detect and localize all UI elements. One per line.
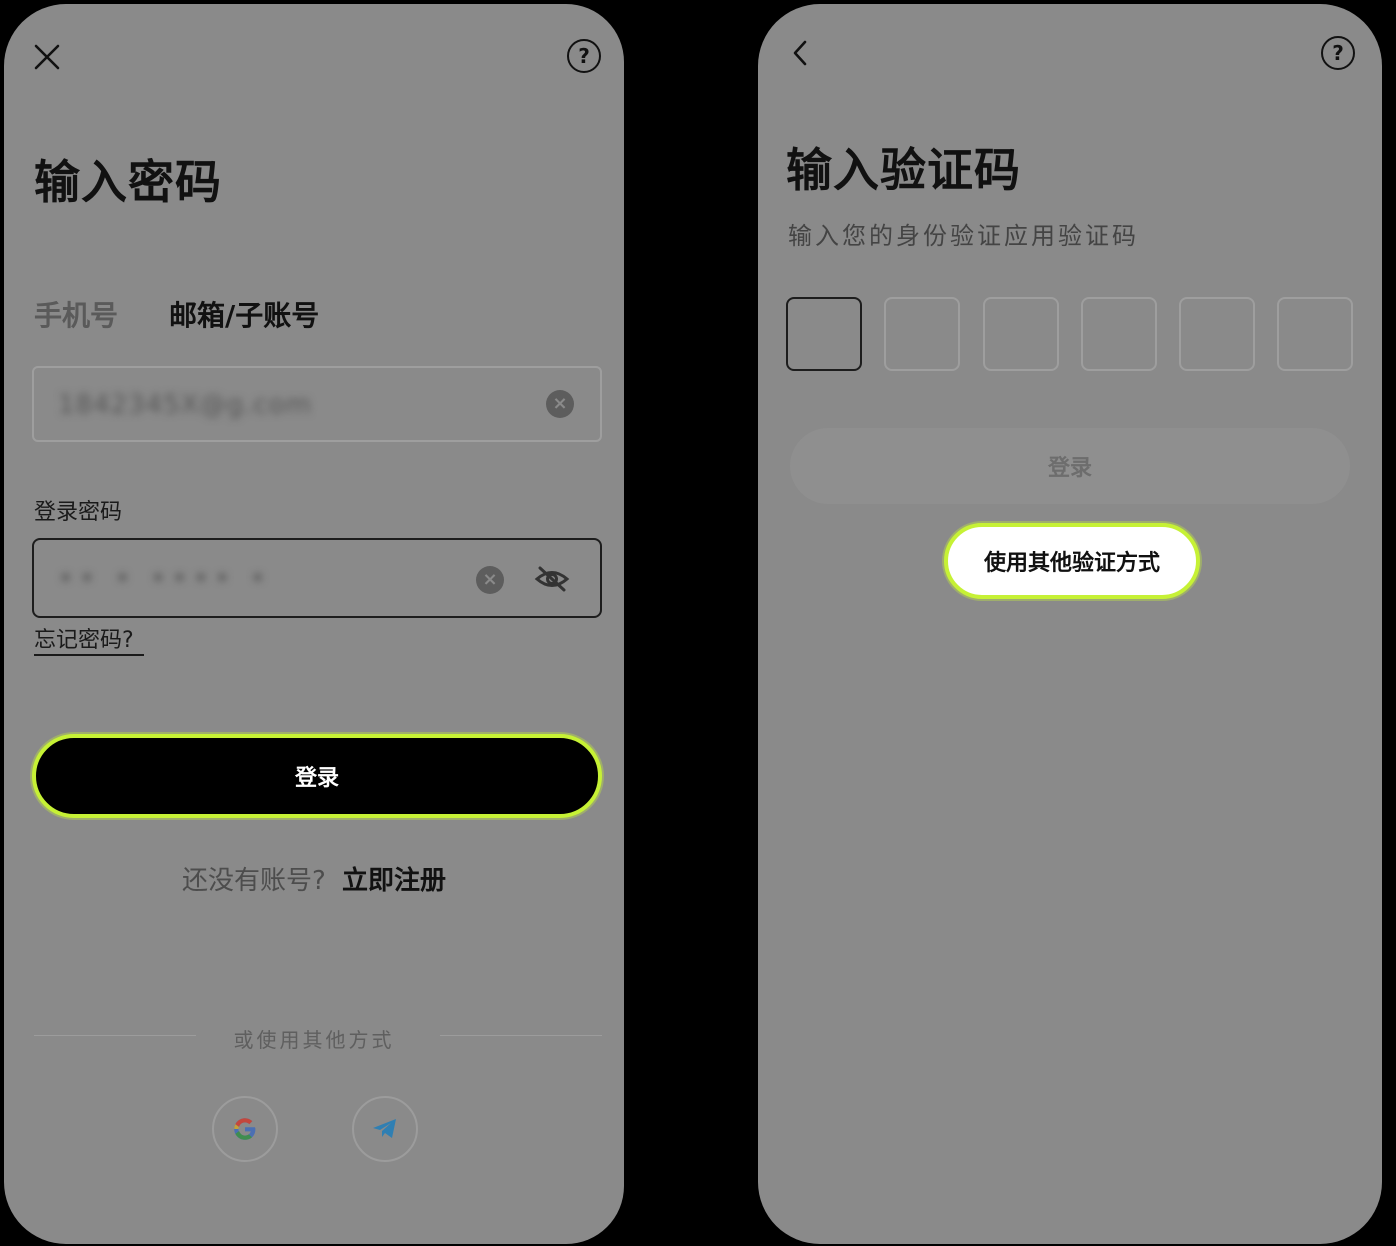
back-chevron-icon[interactable]: [788, 38, 812, 68]
help-icon[interactable]: ?: [1321, 36, 1355, 70]
verification-screen: ? 输入验证码 输入您的身份验证应用验证码 登录 使用其他验证方式: [758, 4, 1382, 1244]
tab-phone[interactable]: 手机号: [34, 294, 118, 334]
telegram-login-button[interactable]: [352, 1096, 418, 1162]
page-title: 输入密码: [34, 155, 222, 209]
page-subtitle: 输入您的身份验证应用验证码: [788, 222, 1139, 250]
login-button-disabled[interactable]: 登录: [790, 428, 1350, 504]
account-input[interactable]: 1842345X@g.com ×: [32, 366, 602, 442]
clear-icon[interactable]: ×: [476, 566, 504, 594]
tab-email-subaccount[interactable]: 邮箱/子账号: [169, 294, 319, 334]
register-row: 还没有账号? 立即注册: [4, 860, 624, 897]
eye-off-icon[interactable]: [534, 562, 570, 596]
google-icon: [234, 1118, 256, 1140]
otp-digit-2[interactable]: [884, 297, 960, 371]
telegram-icon: [373, 1119, 396, 1138]
otp-digit-1[interactable]: [786, 297, 862, 371]
otp-digit-4[interactable]: [1081, 297, 1157, 371]
password-screen: ? 输入密码 手机号 邮箱/子账号 1842345X@g.com × 登录密码 …: [4, 4, 624, 1244]
login-button[interactable]: 登录: [32, 734, 602, 818]
otp-digit-5[interactable]: [1179, 297, 1255, 371]
help-icon[interactable]: ?: [567, 39, 601, 73]
close-icon[interactable]: [30, 40, 64, 74]
clear-icon[interactable]: ×: [546, 390, 574, 418]
otp-digit-3[interactable]: [983, 297, 1059, 371]
forgot-password-link[interactable]: 忘记密码?: [34, 622, 144, 656]
other-verification-method-button[interactable]: 使用其他验证方式: [944, 523, 1200, 599]
password-input[interactable]: •• • •••• • ×: [32, 538, 602, 618]
register-link[interactable]: 立即注册: [342, 866, 446, 896]
divider-line-right: [440, 1035, 602, 1036]
register-prompt: 还没有账号?: [181, 866, 326, 896]
account-value: 1842345X@g.com: [58, 390, 312, 420]
password-value: •• • •••• •: [58, 564, 272, 594]
page-title: 输入验证码: [786, 143, 1021, 197]
google-login-button[interactable]: [212, 1096, 278, 1162]
password-label: 登录密码: [34, 500, 123, 525]
divider-text: 或使用其他方式: [233, 1028, 395, 1052]
otp-digit-6[interactable]: [1277, 297, 1353, 371]
